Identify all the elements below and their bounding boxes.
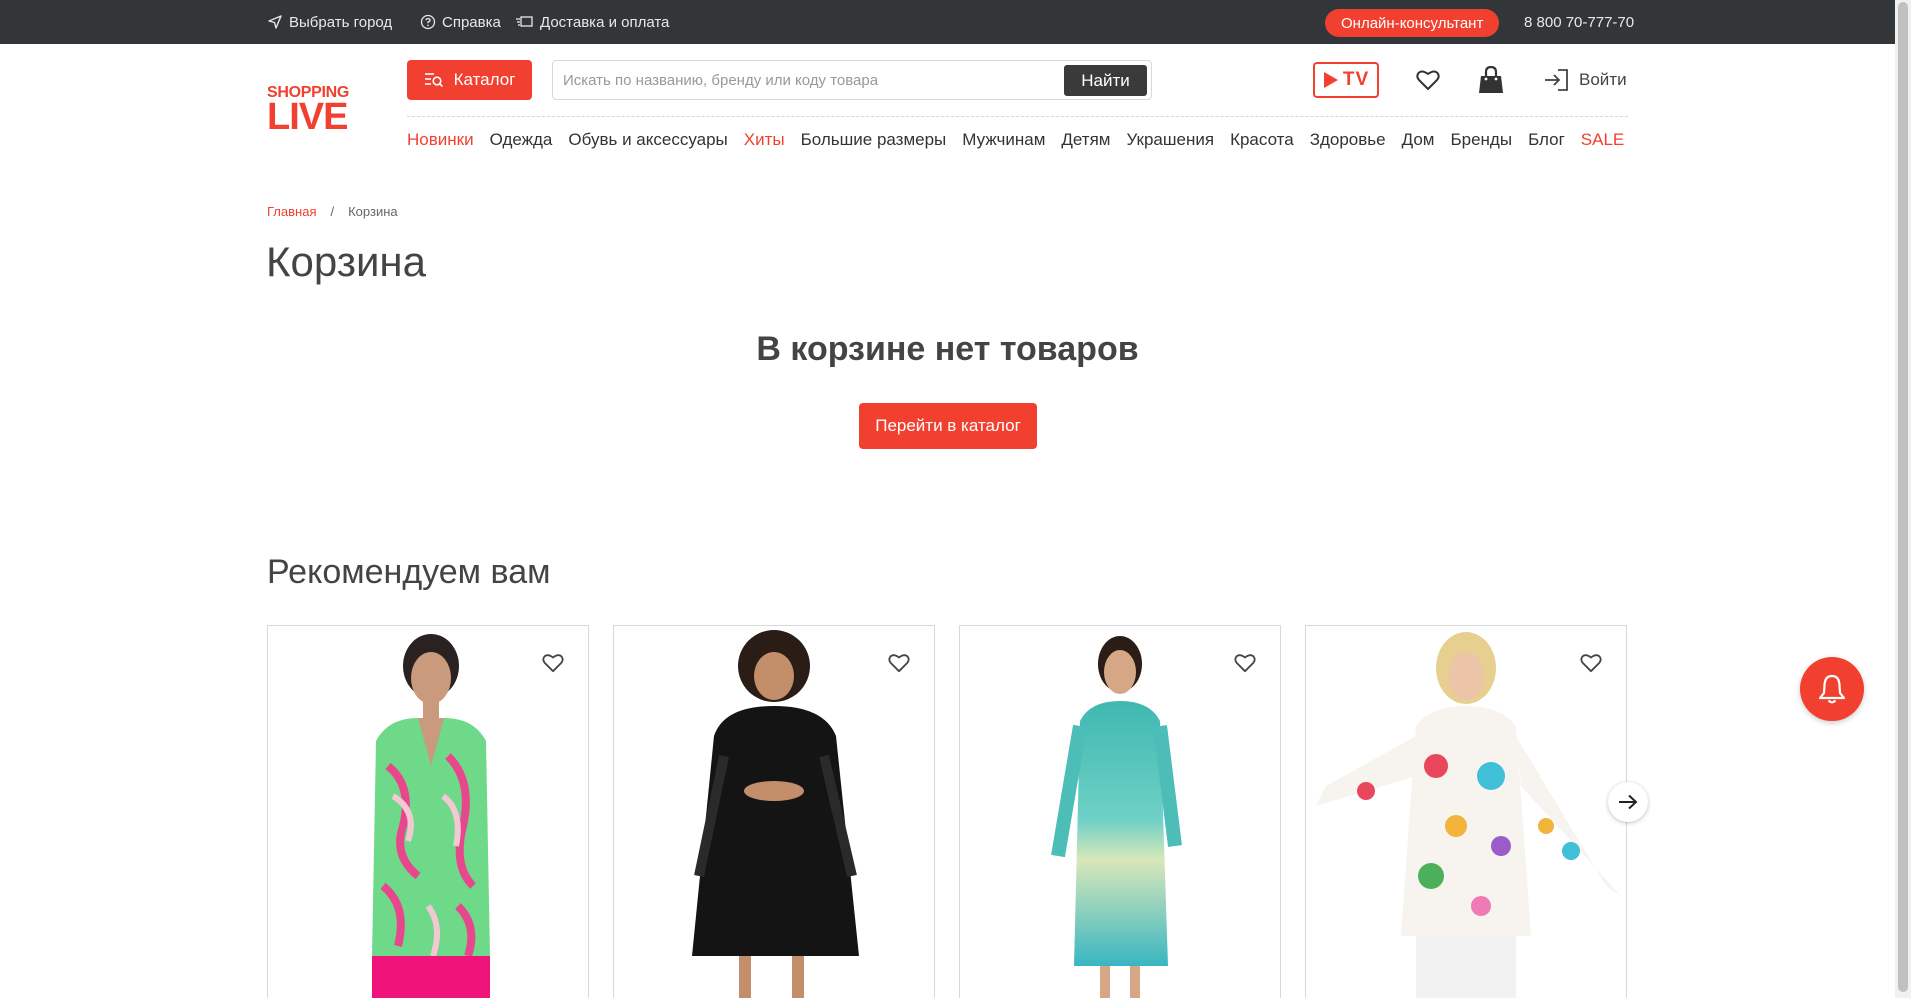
heart-icon (888, 654, 910, 673)
heart-icon (1580, 654, 1602, 673)
card-favorite-button[interactable] (1578, 650, 1604, 676)
shopping-bag-icon (1479, 66, 1503, 93)
breadcrumb-current: Корзина (348, 204, 398, 219)
cart-button[interactable] (1477, 66, 1505, 94)
product-card[interactable] (1305, 625, 1627, 998)
nav-item[interactable]: Хиты (744, 130, 785, 154)
goto-catalog-button[interactable]: Перейти в каталог (859, 403, 1037, 449)
breadcrumb-separator: / (330, 204, 335, 219)
page: Выбрать город Справка Доставка и оплата … (0, 0, 1911, 998)
catalog-search-icon (424, 73, 443, 88)
delivery-link-label: Доставка и оплата (540, 13, 670, 31)
carousel-next-button[interactable] (1608, 782, 1648, 822)
nav-item[interactable]: Красота (1230, 130, 1294, 154)
search-input[interactable] (563, 66, 1063, 94)
logo-line2: LIVE (267, 96, 348, 138)
nav-item[interactable]: Украшения (1126, 130, 1214, 154)
nav-item[interactable]: Дом (1402, 130, 1435, 154)
search-button[interactable]: Найти (1064, 65, 1147, 96)
scrollbar-thumb[interactable] (1898, 2, 1908, 992)
help-link[interactable]: Справка (420, 0, 501, 44)
breadcrumb: Главная / Корзина (267, 204, 398, 219)
login-button[interactable]: Войти (1543, 64, 1627, 96)
product-image (960, 626, 1280, 998)
question-circle-icon (420, 14, 436, 30)
heart-icon (1234, 654, 1256, 673)
location-arrow-icon (268, 15, 282, 29)
bell-icon (1819, 674, 1845, 704)
login-icon (1545, 69, 1568, 91)
product-image (268, 626, 588, 998)
city-selector-label: Выбрать город (289, 13, 393, 31)
online-consultant-button[interactable]: Онлайн-консультант (1325, 9, 1500, 37)
card-favorite-button[interactable] (540, 650, 566, 676)
product-image (1306, 626, 1626, 998)
main-navigation: Новинки Одежда Обувь и аксессуары Хиты Больш… (407, 130, 1640, 154)
search-bar: Найти (552, 60, 1152, 100)
empty-cart-message: В корзине нет товаров (756, 330, 1139, 368)
delivery-link[interactable]: Доставка и оплата (516, 0, 669, 44)
product-image (614, 626, 934, 998)
nav-item[interactable]: Обувь и аксессуары (568, 130, 727, 154)
header-divider (407, 116, 1628, 117)
arrow-right-icon (1619, 794, 1638, 810)
shopping-live-logo[interactable]: SHOPPING LIVE (267, 84, 361, 138)
nav-item[interactable]: Одежда (490, 130, 553, 154)
nav-item[interactable]: Новинки (407, 130, 474, 154)
catalog-button-label: Каталог (453, 70, 516, 89)
favorites-button[interactable] (1414, 66, 1442, 94)
card-favorite-button[interactable] (886, 650, 912, 676)
phone-number[interactable]: 8 800 70-777-70 (1524, 0, 1634, 44)
product-card[interactable] (267, 625, 589, 998)
page-title: Корзина (266, 238, 426, 285)
truck-icon (516, 16, 533, 27)
play-icon (1323, 72, 1338, 88)
nav-item[interactable]: SALE (1581, 130, 1624, 154)
top-bar: Выбрать город Справка Доставка и оплата … (0, 0, 1895, 44)
page-scrollbar[interactable] (1895, 0, 1911, 998)
tv-button[interactable]: TV (1313, 62, 1379, 98)
nav-item[interactable]: Детям (1061, 130, 1110, 154)
heart-icon (542, 654, 564, 673)
login-label: Войти (1579, 70, 1627, 89)
card-favorite-button[interactable] (1232, 650, 1258, 676)
nav-item[interactable]: Большие размеры (801, 130, 947, 154)
nav-item[interactable]: Здоровье (1310, 130, 1386, 154)
notifications-button[interactable] (1800, 657, 1864, 721)
city-selector[interactable]: Выбрать город (267, 0, 392, 44)
product-card[interactable] (613, 625, 935, 998)
nav-item[interactable]: Блог (1528, 130, 1565, 154)
heart-icon (1416, 70, 1440, 90)
breadcrumb-home-link[interactable]: Главная (267, 204, 316, 219)
nav-item[interactable]: Бренды (1450, 130, 1512, 154)
recommendations-title: Рекомендуем вам (267, 553, 551, 591)
help-link-label: Справка (442, 13, 501, 31)
nav-item[interactable]: Мужчинам (962, 130, 1045, 154)
product-card[interactable] (959, 625, 1281, 998)
catalog-button[interactable]: Каталог (407, 60, 532, 100)
tv-label: TV (1342, 69, 1370, 90)
